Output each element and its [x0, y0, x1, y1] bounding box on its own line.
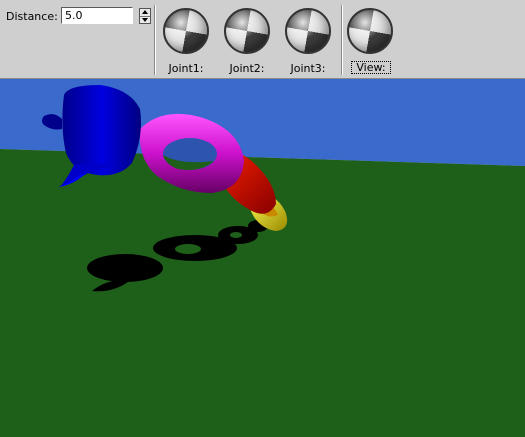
joint1-trackball[interactable] — [163, 8, 209, 54]
3d-viewport[interactable] — [0, 79, 525, 437]
distance-input[interactable]: 5.0 — [61, 7, 133, 24]
scene-canvas — [0, 79, 525, 437]
view-trackball[interactable] — [347, 8, 393, 54]
toolbar: Distance: 5.0 Joint1: Joint2: Joint3: Vi… — [0, 0, 525, 79]
joint1-label: Joint1: — [168, 62, 204, 75]
spinner-down-icon[interactable] — [140, 16, 150, 23]
joint2-trackball[interactable] — [224, 8, 270, 54]
toolbar-separator — [341, 5, 343, 75]
joint3-label: Joint3: — [290, 62, 326, 75]
joint2-label: Joint2: — [229, 62, 265, 75]
distance-label: Distance: — [6, 10, 58, 23]
joint3-trackball[interactable] — [285, 8, 331, 54]
view-label: View: — [351, 61, 391, 74]
distance-spinner[interactable] — [139, 8, 151, 24]
